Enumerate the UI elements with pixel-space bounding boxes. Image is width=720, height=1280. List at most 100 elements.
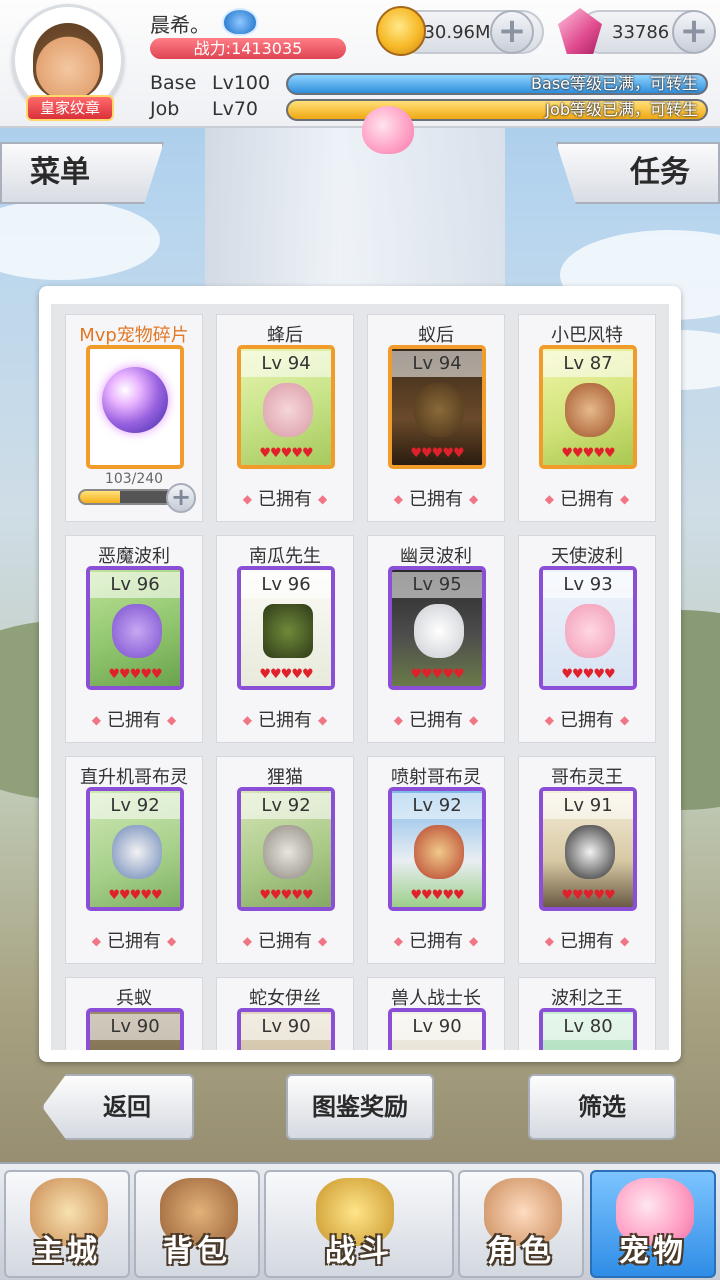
goblin-copter-icon: [112, 825, 162, 879]
pet-card[interactable]: 直升机哥布灵 Lv 92 ♥♥♥♥♥ ◆ 已拥有 ◆: [65, 756, 203, 964]
base-exp-status: Base等级已满，可转生: [531, 74, 698, 93]
diamond-icon: ◆: [242, 934, 252, 948]
pet-hearts: ♥♥♥♥♥: [410, 446, 464, 461]
diamond-icon: ◆: [242, 713, 252, 727]
mini-baphomet-icon: [565, 383, 615, 437]
pet-portrait: Lv 92 ♥♥♥♥♥: [388, 787, 486, 911]
diamond-icon: ◆: [544, 492, 554, 506]
pet-name: 南瓜先生: [249, 546, 321, 567]
diamond-icon: ◆: [91, 713, 101, 727]
add-fragment-button[interactable]: +: [166, 483, 196, 513]
owned-label: 已拥有: [560, 931, 614, 952]
owned-status: ◆ 已拥有 ◆: [66, 706, 202, 732]
pet-hearts: ♥♥♥♥♥: [561, 888, 615, 903]
pet-card[interactable]: 兽人战士长 Lv 90: [367, 977, 505, 1050]
pet-name: 恶魔波利: [98, 546, 170, 567]
fragment-progress-fill: [80, 491, 120, 503]
pet-hearts: ♥♥♥♥♥: [259, 888, 313, 903]
collection-rewards-button[interactable]: 图鉴奖励: [286, 1074, 434, 1140]
diamond-icon: ◆: [469, 934, 479, 948]
nav-pet[interactable]: 宠物: [590, 1170, 716, 1278]
pet-level: Lv 90: [241, 1014, 331, 1040]
diamond-icon: ◆: [620, 713, 630, 727]
deviling-icon: [112, 604, 162, 658]
pet-card[interactable]: 蚁后 Lv 94 ♥♥♥♥♥ ◆ 已拥有 ◆: [367, 314, 505, 522]
royal-badge[interactable]: 皇家纹章: [26, 95, 114, 121]
nav-label: 背包: [163, 1234, 231, 1269]
owned-status: ◆ 已拥有 ◆: [519, 927, 655, 953]
job-exp-bar: Job等级已满，可转生: [286, 99, 708, 121]
nav-backpack[interactable]: 背包: [134, 1170, 260, 1278]
add-zeny-button[interactable]: +: [490, 10, 534, 54]
pet-level: Lv 87: [543, 351, 633, 377]
gem-value: 33786: [612, 22, 670, 43]
pet-card[interactable]: 小巴风特 Lv 87 ♥♥♥♥♥ ◆ 已拥有 ◆: [518, 314, 656, 522]
diamond-icon: ◆: [318, 713, 328, 727]
filter-button[interactable]: 筛选: [528, 1074, 676, 1140]
fragment-title: Mvp宠物碎片: [79, 325, 189, 346]
pet-card[interactable]: 哥布灵王 Lv 91 ♥♥♥♥♥ ◆ 已拥有 ◆: [518, 756, 656, 964]
pet-level: Lv 92: [90, 793, 180, 819]
pet-name: 波利之王: [551, 988, 623, 1009]
owned-status: ◆ 已拥有 ◆: [368, 485, 504, 511]
add-gem-button[interactable]: +: [672, 10, 716, 54]
pet-portrait: Lv 95 ♥♥♥♥♥: [388, 566, 486, 690]
task-tab[interactable]: 任务: [556, 142, 720, 204]
pet-card[interactable]: 喷射哥布灵 Lv 92 ♥♥♥♥♥ ◆ 已拥有 ◆: [367, 756, 505, 964]
pet-grid[interactable]: Mvp宠物碎片 103/240 + 蜂后 Lv 94 ♥♥♥♥♥ ◆ 已拥有 ◆ 蚁…: [51, 304, 669, 1050]
pet-portrait: Lv 90: [388, 1008, 486, 1050]
base-label: Base: [150, 72, 197, 94]
pet-portrait: Lv 91 ♥♥♥♥♥: [539, 787, 637, 911]
diamond-icon: ◆: [393, 492, 403, 506]
owned-label: 已拥有: [258, 931, 312, 952]
diamond-icon: ◆: [620, 492, 630, 506]
pet-name: 兽人战士长: [391, 988, 481, 1009]
pet-hearts: ♥♥♥♥♥: [259, 446, 313, 461]
pet-card[interactable]: 蛇女伊丝 Lv 90: [216, 977, 354, 1050]
pet-card[interactable]: 兵蚁 Lv 90: [65, 977, 203, 1050]
diamond-icon: ◆: [544, 934, 554, 948]
pet-portrait: Lv 96 ♥♥♥♥♥: [86, 566, 184, 690]
owned-status: ◆ 已拥有 ◆: [368, 706, 504, 732]
diamond-icon: ◆: [91, 934, 101, 948]
pet-card[interactable]: 幽灵波利 Lv 95 ♥♥♥♥♥ ◆ 已拥有 ◆: [367, 535, 505, 743]
back-button[interactable]: 返回: [42, 1074, 194, 1140]
pet-name: 狸猫: [267, 767, 303, 788]
nav-character[interactable]: 角色: [458, 1170, 584, 1278]
pet-name: 蜂后: [267, 325, 303, 346]
menu-tab[interactable]: 菜单: [0, 142, 164, 204]
owned-status: ◆ 已拥有 ◆: [66, 927, 202, 953]
pet-name: 喷射哥布灵: [391, 767, 481, 788]
pet-name: 小巴风特: [551, 325, 623, 346]
nav-label: 战斗: [325, 1234, 393, 1269]
nav-main-city[interactable]: 主城: [4, 1170, 130, 1278]
pet-card[interactable]: 南瓜先生 Lv 96 ♥♥♥♥♥ ◆ 已拥有 ◆: [216, 535, 354, 743]
owned-status: ◆ 已拥有 ◆: [519, 485, 655, 511]
diamond-icon: ◆: [318, 934, 328, 948]
diamond-icon: ◆: [620, 934, 630, 948]
pet-card[interactable]: 恶魔波利 Lv 96 ♥♥♥♥♥ ◆ 已拥有 ◆: [65, 535, 203, 743]
pet-level: Lv 95: [392, 572, 482, 598]
diamond-icon: ◆: [167, 713, 177, 727]
pet-card[interactable]: 狸猫 Lv 92 ♥♥♥♥♥ ◆ 已拥有 ◆: [216, 756, 354, 964]
nav-battle[interactable]: 战斗: [264, 1170, 454, 1278]
poring-mascot-icon[interactable]: [362, 106, 414, 154]
owned-status: ◆ 已拥有 ◆: [519, 706, 655, 732]
pet-name: 兵蚁: [116, 988, 152, 1009]
pet-name: 蚁后: [418, 325, 454, 346]
pet-card[interactable]: 波利之王 Lv 80: [518, 977, 656, 1050]
mvp-fragment-card[interactable]: Mvp宠物碎片 103/240 +: [65, 314, 203, 522]
owned-label: 已拥有: [409, 931, 463, 952]
pet-card[interactable]: 天使波利 Lv 93 ♥♥♥♥♥ ◆ 已拥有 ◆: [518, 535, 656, 743]
vip-wings-icon[interactable]: [222, 8, 258, 36]
pet-hearts: ♥♥♥♥♥: [108, 667, 162, 682]
fragment-orb-frame: [86, 345, 184, 469]
owned-label: 已拥有: [258, 489, 312, 510]
pet-portrait: Lv 90: [86, 1008, 184, 1050]
pet-card[interactable]: 蜂后 Lv 94 ♥♥♥♥♥ ◆ 已拥有 ◆: [216, 314, 354, 522]
owned-status: ◆ 已拥有 ◆: [217, 927, 353, 953]
coin-icon: [376, 6, 426, 56]
bottom-nav: 主城 背包 战斗 角色 宠物: [0, 1162, 720, 1280]
owned-label: 已拥有: [409, 489, 463, 510]
owned-status: ◆ 已拥有 ◆: [368, 927, 504, 953]
